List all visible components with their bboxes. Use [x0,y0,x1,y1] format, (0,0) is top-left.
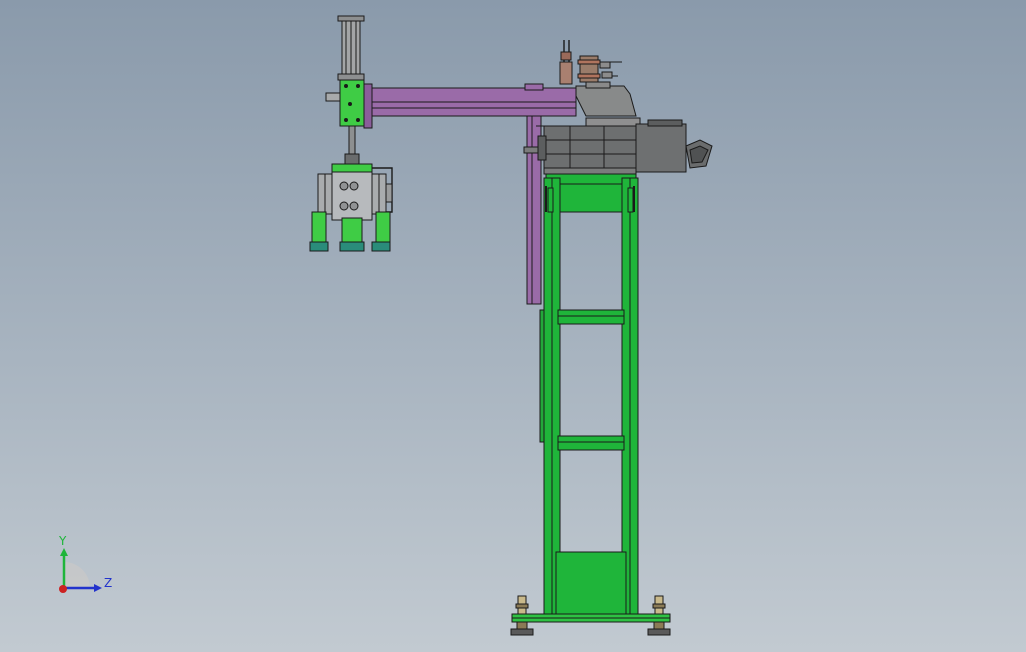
slide-block[interactable] [325,79,365,127]
horizontal-arm[interactable] [363,83,577,129]
lift-rod[interactable] [344,125,360,165]
y-axis-label: Y [58,534,67,548]
valve-block[interactable] [559,40,622,85]
orientation-triad: Y Z [58,534,112,593]
gripper-jaw-right[interactable] [371,211,391,252]
lift-cylinder[interactable] [337,15,365,81]
cad-model-drawing[interactable]: Y Z [0,0,1026,652]
slewing-housing[interactable] [575,81,637,117]
motor-connector-box[interactable] [685,139,713,169]
cad-viewport[interactable]: Y Z [0,0,1026,652]
vertical-column[interactable] [526,89,542,305]
z-axis-label: Z [104,576,112,590]
gripper-jaw-center[interactable] [339,217,365,252]
gripper-jaw-left[interactable] [309,211,329,252]
origin-marker [59,585,67,593]
